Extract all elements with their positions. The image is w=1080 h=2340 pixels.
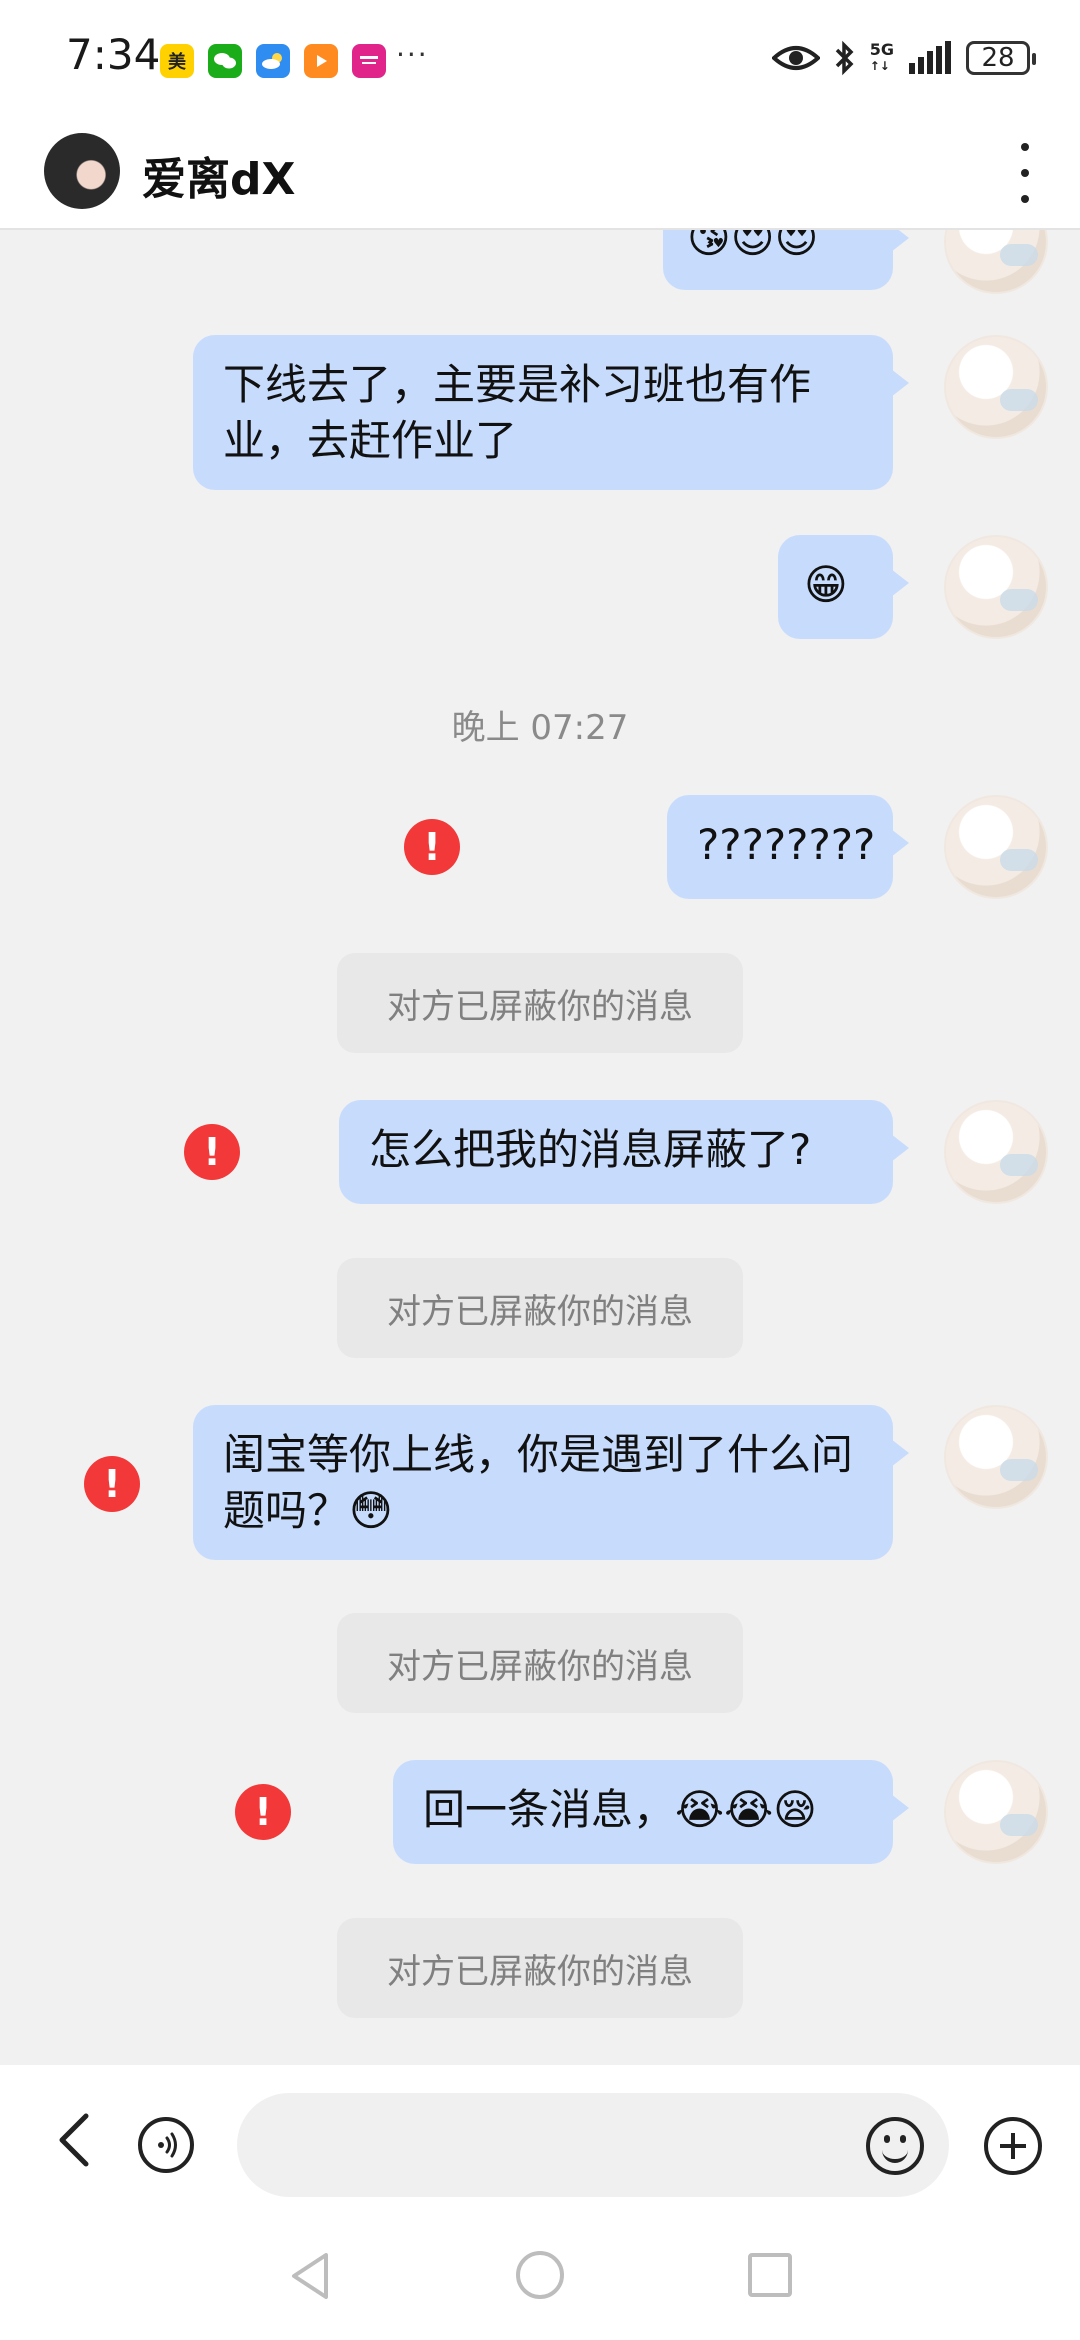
message-row: ! 怎么把我的消息屏蔽了?: [0, 1100, 1080, 1204]
weather-icon: [256, 44, 290, 78]
message-row: 😁: [0, 535, 1080, 639]
system-notice: 对方已屏蔽你的消息: [337, 1918, 743, 2018]
message-bubble[interactable]: 回一条消息，😭😭😪: [393, 1760, 909, 1864]
message-row: ! 回一条消息，😭😭😪: [0, 1760, 1080, 1864]
my-avatar[interactable]: [944, 1760, 1048, 1864]
eye-icon: [771, 46, 820, 70]
signal-icon: [909, 41, 951, 74]
my-avatar[interactable]: [944, 795, 1048, 899]
add-attachment-icon[interactable]: [984, 2117, 1042, 2175]
more-options-icon[interactable]: [1010, 143, 1040, 203]
message-text: ????????: [697, 820, 876, 869]
send-failed-icon[interactable]: !: [235, 1784, 291, 1840]
emoji-icon[interactable]: [866, 2117, 924, 2175]
system-notice: 对方已屏蔽你的消息: [337, 1613, 743, 1713]
nav-home-icon[interactable]: [516, 2251, 564, 2299]
nav-recents-icon[interactable]: [748, 2253, 792, 2297]
message-text: 😘😍😍: [687, 230, 819, 262]
back-chevron-icon[interactable]: [50, 2110, 100, 2170]
more-notifications-icon: ···: [396, 38, 429, 71]
battery-indicator: 28: [966, 41, 1036, 75]
message-bubble[interactable]: 怎么把我的消息屏蔽了?: [339, 1100, 909, 1204]
send-failed-icon[interactable]: !: [184, 1124, 240, 1180]
time-divider: 晚上 07:27: [451, 708, 629, 748]
my-avatar[interactable]: [944, 230, 1048, 294]
network-type: 5G ↑↓: [869, 40, 894, 74]
message-bubble[interactable]: 下线去了，主要是补习班也有作业，去赶作业了: [193, 335, 909, 490]
send-failed-icon[interactable]: !: [84, 1456, 140, 1512]
notification-icons: 美: [160, 44, 386, 78]
chat-header: 爱离dX: [0, 115, 1080, 230]
system-notice: 对方已屏蔽你的消息: [337, 1258, 743, 1358]
status-bar: 7:34 美 ··· 5G ↑↓ 28: [0, 0, 1080, 115]
message-text: 怎么把我的消息屏蔽了?: [369, 1125, 812, 1174]
message-text: 😁: [804, 560, 848, 609]
system-nav-bar: [0, 2225, 1080, 2340]
chat-screen: 7:34 美 ··· 5G ↑↓ 28 爱离dX 😘😍😍 下线去了，主要是补习班…: [0, 0, 1080, 2340]
contact-avatar[interactable]: [44, 133, 120, 209]
my-avatar[interactable]: [944, 1100, 1048, 1204]
system-notice: 对方已屏蔽你的消息: [337, 953, 743, 1053]
message-text: 回一条消息，😭😭😪: [423, 1785, 817, 1834]
meituan-icon: 美: [160, 44, 194, 78]
message-bubble[interactable]: 闺宝等你上线，你是遇到了什么问题吗？😳: [193, 1405, 909, 1560]
my-avatar[interactable]: [944, 535, 1048, 639]
message-bubble[interactable]: 😘😍😍: [663, 230, 909, 290]
message-row: 下线去了，主要是补习班也有作业，去赶作业了: [0, 335, 1080, 490]
message-list[interactable]: 😘😍😍 下线去了，主要是补习班也有作业，去赶作业了 😁 晚上 07:27 ! ?…: [0, 230, 1080, 2065]
shop-icon: [352, 44, 386, 78]
input-bar: [0, 2065, 1080, 2225]
send-failed-icon[interactable]: !: [404, 819, 460, 875]
status-indicators: 5G ↑↓ 28: [771, 40, 1036, 76]
message-bubble[interactable]: 😁: [778, 535, 909, 639]
message-input[interactable]: [237, 2093, 949, 2197]
wechat-icon: [208, 44, 242, 78]
message-bubble[interactable]: ????????: [667, 795, 909, 899]
nav-back-icon[interactable]: [288, 2251, 332, 2301]
video-icon: [304, 44, 338, 78]
status-time: 7:34: [66, 30, 161, 79]
message-row: ! 闺宝等你上线，你是遇到了什么问题吗？😳: [0, 1405, 1080, 1560]
contact-name[interactable]: 爱离dX: [142, 143, 295, 207]
message-text: 下线去了，主要是补习班也有作业，去赶作业了: [223, 360, 812, 465]
message-text: 闺宝等你上线，你是遇到了什么问题吗？😳: [223, 1430, 854, 1535]
bluetooth-icon: [835, 40, 854, 76]
my-avatar[interactable]: [944, 1405, 1048, 1509]
voice-input-icon[interactable]: [138, 2117, 194, 2173]
my-avatar[interactable]: [944, 335, 1048, 439]
message-row: 😘😍😍: [0, 230, 1080, 300]
message-row: ! ????????: [0, 795, 1080, 899]
